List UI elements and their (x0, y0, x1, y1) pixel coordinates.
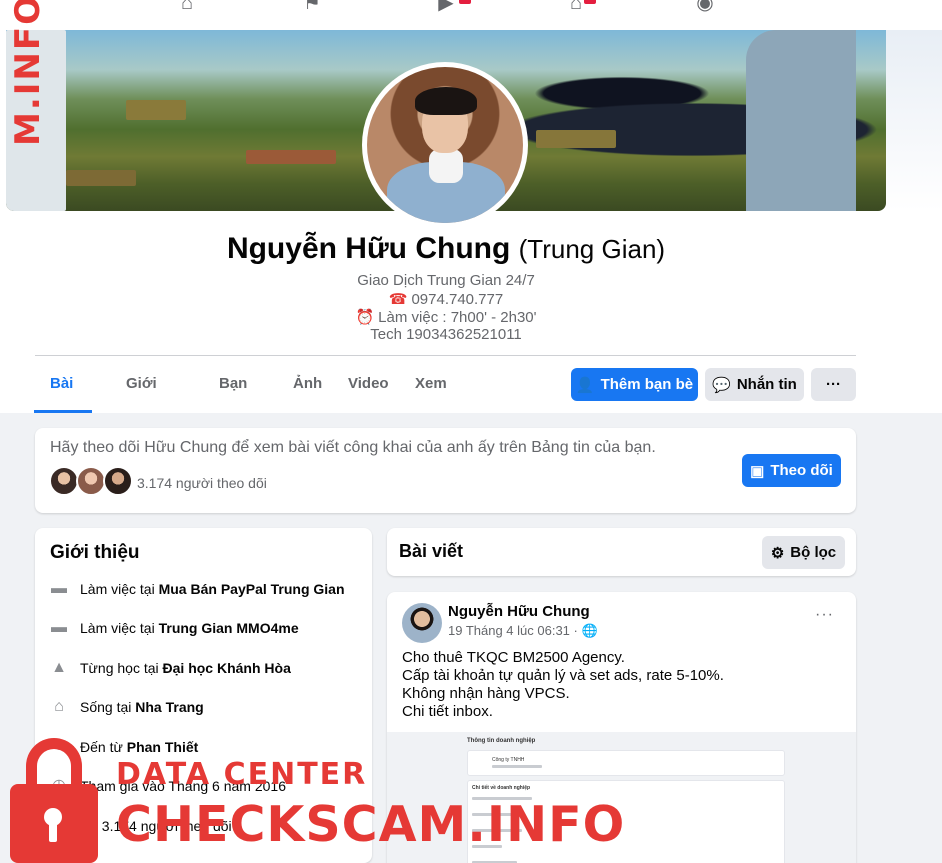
profile-name: Nguyễn Hữu Chung (Trung Gian) (0, 232, 892, 266)
bio-line: ☎ 0974.740.777 (0, 290, 892, 308)
bio-phone: 0974.740.777 (411, 291, 504, 308)
intro-item-lives: ⌂ Sống tại Nha Trang (50, 698, 204, 716)
tab-about[interactable]: Giới thiệu (126, 356, 162, 448)
tab-videos[interactable]: Video (348, 356, 389, 413)
intro-link[interactable]: Đại học Khánh Hòa (163, 660, 291, 676)
post-text-line: Cho thuê TKQC BM2500 Agency. (402, 649, 625, 666)
image-line (492, 765, 542, 768)
cover-field (126, 100, 186, 120)
post-text-line: Cấp tài khoản tự quản lý và set ads, rat… (402, 667, 724, 684)
intro-prefix: Làm việc tại (80, 620, 159, 636)
cover-field (246, 150, 336, 164)
watermark-text: M.INFO (8, 0, 48, 146)
image-box: Công ty TNHH (467, 750, 785, 776)
cover-person (746, 30, 856, 211)
post-timestamp[interactable]: 19 Tháng 4 lúc 06:31 · 🌐 (448, 623, 598, 639)
message-button[interactable]: 💬 Nhắn tin (705, 368, 804, 401)
posts-header-card: Bài viết ⚙ Bộ lọc (387, 528, 856, 576)
filter-label: Bộ lọc (790, 544, 837, 561)
image-company: Công ty TNHH (492, 757, 525, 763)
follow-icon: ▣ (750, 462, 765, 480)
avatar-image (367, 67, 523, 223)
post-text-line: Chi tiết inbox. (402, 703, 493, 720)
intro-link[interactable]: Phan Thiết (127, 739, 199, 755)
page-edge (886, 30, 942, 211)
follower-avatar[interactable] (76, 466, 106, 496)
globe-icon: 🌐 (581, 623, 598, 638)
intro-prefix: Từng học tại (80, 660, 163, 676)
briefcase-icon: ▬ (51, 619, 67, 636)
graduation-cap-icon: ▲ (51, 659, 67, 676)
notification-badge (584, 0, 596, 4)
post-author-name[interactable]: Nguyễn Hữu Chung (448, 603, 590, 620)
avatar-hair (415, 87, 477, 115)
intro-item-education: ▲ Từng học tại Đại học Khánh Hòa (50, 659, 291, 677)
phone-icon: ☎ (388, 291, 408, 308)
lock-keyhole (49, 822, 57, 842)
follower-count[interactable]: 3.174 người theo dõi (137, 475, 267, 491)
follower-avatar[interactable] (49, 466, 79, 496)
intro-title: Giới thiệu (50, 542, 140, 563)
clock-icon: ⏰ (355, 309, 375, 326)
avatar-neck (429, 149, 463, 183)
profile-alternate-name: (Trung Gian) (518, 234, 666, 264)
watch-icon[interactable]: ▶ (431, 0, 461, 14)
post-text-line: Không nhận hàng VPCS. (402, 685, 570, 702)
add-friend-icon: 👤 (575, 376, 595, 394)
tab-photos[interactable]: Ảnh (293, 356, 322, 413)
image-heading: Thông tin doanh nghiệp (467, 738, 536, 744)
lock-icon (10, 738, 98, 863)
post-author-avatar[interactable] (402, 603, 442, 643)
tab-more[interactable]: Xem thêm ▼ (415, 356, 451, 503)
groups-icon[interactable]: ◉ (690, 0, 720, 14)
briefcase-icon: ▬ (51, 580, 67, 597)
intro-item-work: ▬ Làm việc tại Mua Bán PayPal Trung Gian (50, 580, 345, 598)
filter-button[interactable]: ⚙ Bộ lọc (762, 536, 845, 569)
intro-link[interactable]: Nha Trang (135, 699, 203, 715)
intro-prefix: Sống tại (80, 699, 136, 715)
cover-field (536, 130, 616, 148)
profile-name-main: Nguyễn Hữu Chung (226, 232, 511, 265)
message-label: Nhắn tin (736, 376, 797, 393)
home-icon: ⌂ (54, 698, 64, 715)
filter-icon: ⚙ (770, 544, 785, 562)
bio-hours: Làm việc : 7h00' - 2h30' (378, 309, 537, 326)
posts-title: Bài viết (399, 541, 464, 561)
follower-avatar[interactable] (103, 466, 133, 496)
bio-line: ⏰ Làm việc : 7h00' - 2h30' (0, 308, 892, 326)
watermark-checkscam: CHECKSCAM.INFO (116, 796, 626, 853)
intro-link[interactable]: Trung Gian MMO4me (159, 620, 299, 636)
follow-prompt: Hãy theo dõi Hữu Chung để xem bài viết c… (50, 439, 656, 456)
tab-friends[interactable]: Bạn bè (219, 356, 247, 448)
image-section: Chi tiết về doanh nghiệp (472, 785, 531, 791)
watermark-data-center: DATA CENTER (116, 757, 368, 792)
cover-field (66, 170, 136, 186)
tab-posts[interactable]: Bài viết (34, 356, 92, 448)
bio-line: Tech 19034362521011 (370, 326, 522, 343)
post-date: 19 Tháng 4 lúc 06:31 · (448, 623, 582, 638)
home-icon[interactable]: ⌂ (172, 0, 202, 14)
flag-icon[interactable]: ⚑ (297, 0, 327, 14)
add-friend-label: Thêm bạn bè (600, 376, 694, 393)
messenger-icon: 💬 (712, 376, 731, 394)
intro-prefix: Làm việc tại (80, 581, 159, 597)
follow-button[interactable]: ▣ Theo dõi (742, 454, 841, 487)
bio-line: Giao Dịch Trung Gian 24/7 (357, 272, 535, 289)
top-navigation: ⌂ ⚑ ▶ ⌂ ◉ (0, 0, 942, 30)
follow-label: Theo dõi (770, 462, 833, 479)
add-friend-button[interactable]: 👤 Thêm bạn bè (571, 368, 698, 401)
notification-badge (459, 0, 471, 4)
post-more-button[interactable]: ··· (815, 606, 834, 624)
intro-link[interactable]: Mua Bán PayPal Trung Gian (159, 581, 345, 597)
more-options-button[interactable]: ··· (811, 368, 856, 401)
intro-item-work: ▬ Làm việc tại Trung Gian MMO4me (50, 619, 299, 637)
profile-picture[interactable] (362, 62, 528, 228)
follow-card: Hãy theo dõi Hữu Chung để xem bài viết c… (35, 428, 856, 513)
